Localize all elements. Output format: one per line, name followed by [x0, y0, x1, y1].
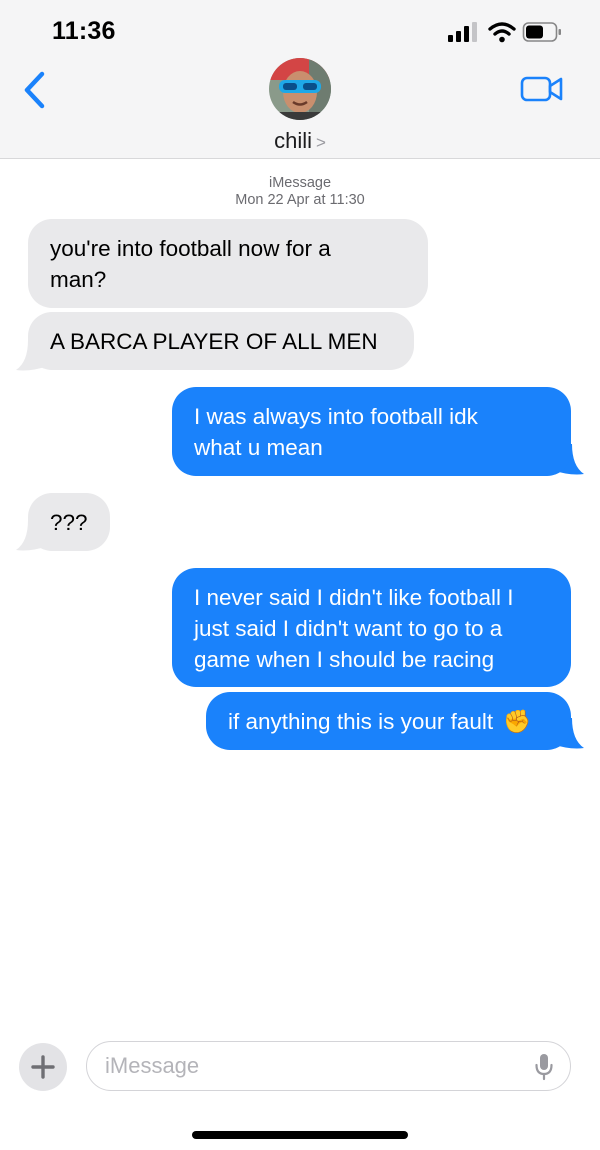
conversation-header: 11:36 chili > [0, 0, 600, 159]
message-line: you're into football now for a [50, 236, 331, 261]
message-line: I never said I didn't like football I [194, 585, 514, 610]
conversation-meta: iMessage Mon 22 Apr at 11:30 [0, 175, 600, 209]
message-line: A BARCA PLAYER OF ALL MEN [50, 329, 378, 354]
message-line: I was always into football idk [194, 404, 478, 429]
service-label: iMessage [268, 175, 332, 191]
incoming-message-bubble[interactable]: you're into football now for a man? [28, 219, 428, 308]
contact-avatar[interactable] [269, 58, 331, 120]
message-line: man? [50, 267, 107, 292]
status-bar-icons [448, 22, 561, 43]
wifi-icon [488, 22, 516, 43]
message-line: ??? [50, 510, 88, 535]
status-time: 11:36 [52, 17, 116, 45]
message-line: if anything this is your fault [228, 709, 494, 734]
message-line: what u mean [194, 435, 323, 460]
outgoing-message-bubble[interactable]: I never said I didn't like football I ju… [172, 568, 571, 687]
plus-icon [31, 1055, 55, 1079]
message-line: game when I should be racing [194, 647, 495, 672]
outgoing-message-bubble[interactable]: if anything this is your fault ✊ [206, 692, 571, 750]
outgoing-message-bubble[interactable]: I was always into football idk what u me… [172, 387, 571, 476]
contact-name: chili [274, 128, 312, 153]
video-call-icon[interactable] [520, 74, 564, 104]
incoming-message-bubble[interactable]: ??? [28, 493, 110, 551]
message-input[interactable] [105, 1042, 515, 1089]
message-input-container [86, 1041, 571, 1091]
back-chevron-icon[interactable] [20, 68, 52, 112]
avatar-photo [269, 58, 331, 120]
raised-fist-emoji: ✊ [503, 709, 532, 735]
incoming-message-bubble[interactable]: A BARCA PLAYER OF ALL MEN [28, 312, 414, 370]
chevron-right-icon: > [315, 133, 326, 152]
apps-plus-button[interactable] [19, 1043, 67, 1091]
home-indicator [192, 1131, 408, 1139]
contact-name-button[interactable]: chili > [0, 128, 600, 154]
microphone-icon[interactable] [534, 1053, 554, 1081]
battery-icon [522, 22, 561, 42]
cellular-signal-icon [448, 22, 477, 42]
message-timestamp: Mon 22 Apr at 11:30 [235, 192, 365, 208]
message-line: just said I didn't want to go to a [194, 616, 503, 641]
